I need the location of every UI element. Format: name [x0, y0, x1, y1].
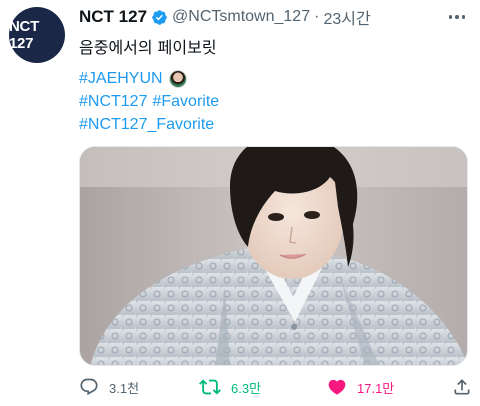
hashtag-nct127-favorite[interactable]: #NCT127_Favorite	[79, 113, 214, 136]
hashtag-nct127[interactable]: #NCT127	[79, 90, 147, 113]
handle[interactable]: @NCTsmtown_127	[172, 8, 310, 26]
reply-icon	[80, 378, 98, 396]
action-bar: 3.1천 6.3만 17.1만	[79, 374, 470, 400]
avatar[interactable]: NCT 127	[9, 7, 65, 63]
jaehyun-emoji-icon	[168, 69, 187, 88]
verified-badge-icon	[152, 9, 167, 25]
heart-icon	[328, 379, 346, 395]
tweet-photo[interactable]	[79, 146, 468, 366]
hashtag-favorite[interactable]: #Favorite	[152, 90, 219, 113]
display-name[interactable]: NCT 127	[79, 7, 147, 27]
share-button[interactable]	[452, 374, 472, 400]
reply-count: 3.1천	[109, 380, 140, 396]
timestamp[interactable]: 23시간	[323, 5, 370, 29]
more-icon[interactable]	[446, 7, 468, 27]
avatar-text: NCT 127	[9, 18, 39, 52]
portrait-illustration	[80, 147, 467, 365]
retweet-button[interactable]: 6.3만	[199, 374, 261, 400]
tweet-text: 음중에서의 페이보릿	[79, 38, 217, 57]
reply-button[interactable]: 3.1천	[79, 374, 139, 400]
like-button[interactable]: 17.1만	[327, 374, 394, 400]
tweet-header: NCT 127 @NCTsmtown_127 · 23시간	[79, 5, 468, 29]
separator-dot: ·	[314, 8, 320, 25]
hashtag-jaehyun[interactable]: #JAEHYUN	[79, 67, 163, 90]
share-icon	[454, 379, 470, 395]
retweet-icon	[199, 379, 221, 395]
retweet-count: 6.3만	[231, 380, 262, 396]
like-count: 17.1만	[357, 380, 395, 396]
hashtag-block: #JAEHYUN #NCT127 #Favorite #NCT127_Favor…	[79, 67, 224, 136]
